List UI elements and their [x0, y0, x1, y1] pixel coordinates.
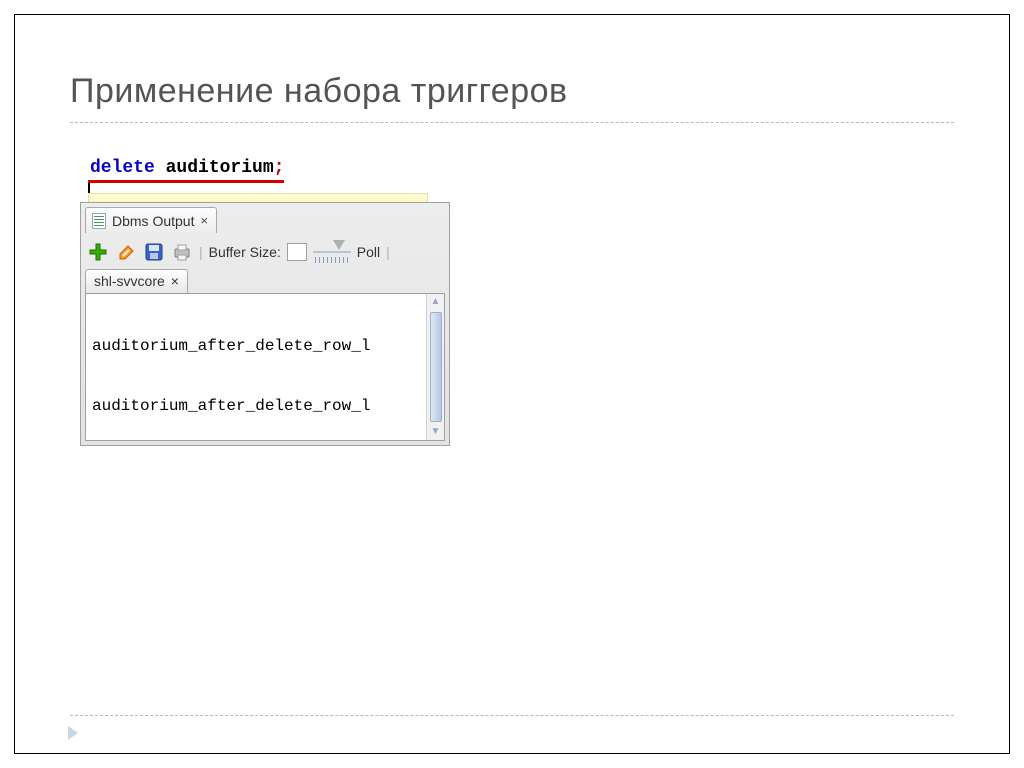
tab-label: Dbms Output — [112, 213, 194, 229]
subtab-label: shl-svvcore — [94, 273, 165, 289]
slide-title: Применение набора триггеров — [70, 72, 568, 111]
output-box: auditorium_after_delete_row_l auditorium… — [85, 293, 445, 441]
eraser-icon[interactable] — [115, 241, 137, 263]
document-icon — [90, 212, 108, 230]
poll-label: Poll — [357, 244, 380, 260]
buffer-size-input[interactable] — [287, 243, 307, 261]
footer-divider — [70, 715, 954, 716]
tab-connection[interactable]: shl-svvcore × — [85, 269, 188, 293]
dbms-output-panel: Dbms Output × | Buffer Size: Poll | shl-… — [80, 202, 450, 446]
output-line: auditorium_after_delete_row_l — [92, 334, 420, 359]
sql-object-name: auditorium — [166, 158, 274, 178]
footer-marker-icon — [68, 726, 78, 740]
scroll-thumb[interactable] — [430, 312, 442, 422]
error-underline — [88, 180, 284, 183]
save-icon[interactable] — [143, 241, 165, 263]
close-icon[interactable]: × — [171, 273, 179, 289]
sql-terminator: ; — [274, 158, 285, 178]
text-cursor — [88, 183, 90, 193]
tab-dbms-output[interactable]: Dbms Output × — [85, 207, 217, 233]
scroll-down-icon[interactable]: ▼ — [430, 426, 442, 438]
toolbar-separator-2: | — [386, 244, 390, 260]
toolbar-separator: | — [199, 244, 203, 260]
buffer-size-label: Buffer Size: — [209, 244, 281, 260]
poll-slider[interactable] — [313, 241, 351, 263]
print-icon[interactable] — [171, 241, 193, 263]
title-divider — [70, 122, 954, 123]
output-line: auditorium_after_delete_row_l — [92, 394, 420, 419]
output-text[interactable]: auditorium_after_delete_row_l auditorium… — [86, 294, 426, 440]
sql-statement: delete auditorium; — [90, 158, 284, 178]
panel-toolbar: | Buffer Size: Poll | — [85, 237, 445, 269]
add-icon[interactable] — [87, 241, 109, 263]
scrollbar[interactable]: ▲ ▼ — [426, 294, 444, 440]
slider-thumb-icon — [333, 240, 345, 250]
scroll-up-icon[interactable]: ▲ — [430, 296, 442, 308]
close-icon[interactable]: × — [200, 213, 208, 228]
sql-keyword: delete — [90, 158, 155, 178]
